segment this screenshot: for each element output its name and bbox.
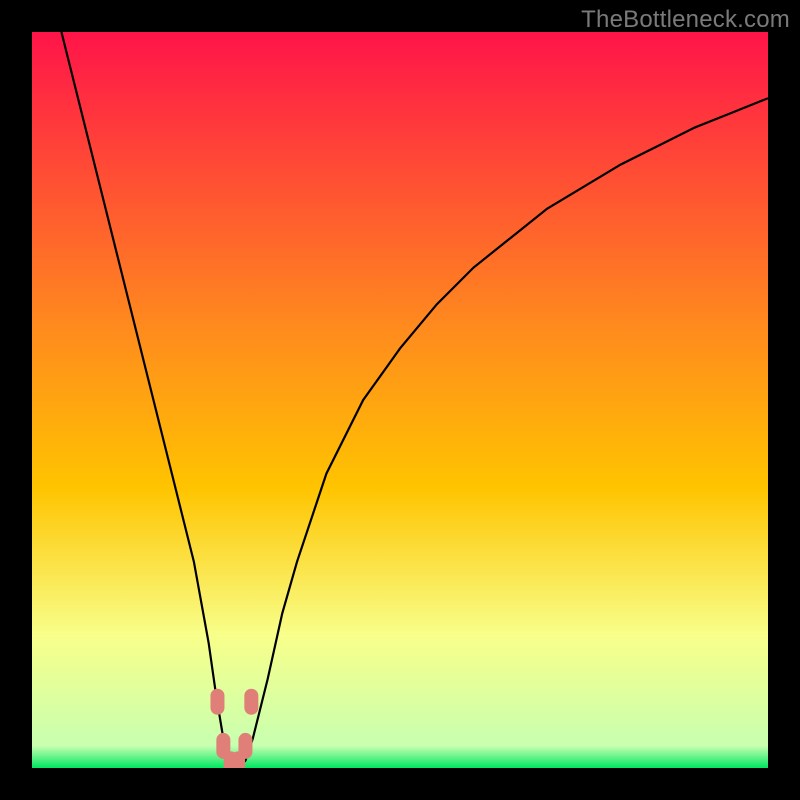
watermark-text: TheBottleneck.com bbox=[581, 6, 790, 34]
bottleneck-chart bbox=[32, 32, 768, 768]
sweet-spot-marker bbox=[244, 689, 258, 715]
gradient-background bbox=[32, 32, 768, 768]
chart-frame bbox=[32, 32, 768, 768]
sweet-spot-marker bbox=[210, 689, 224, 715]
sweet-spot-marker bbox=[238, 733, 252, 759]
